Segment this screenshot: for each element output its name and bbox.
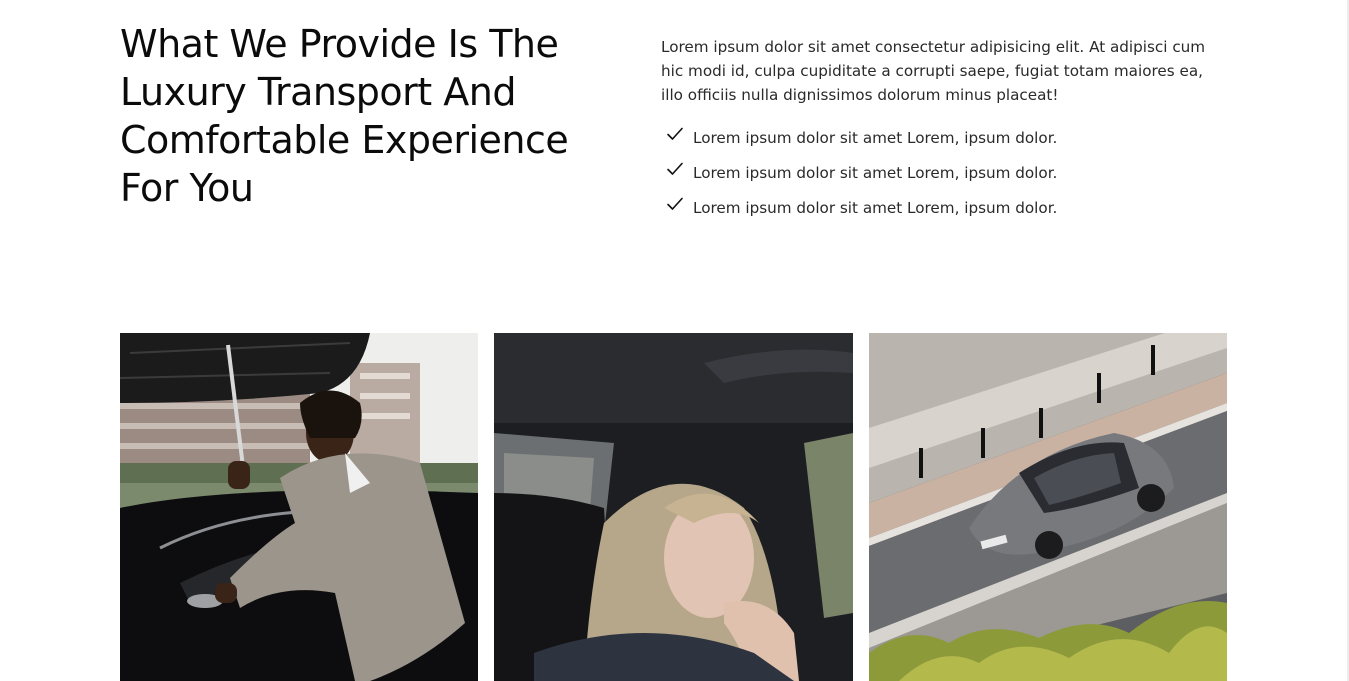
- check-icon: [667, 197, 683, 210]
- check-icon: [667, 162, 683, 175]
- gallery-photo-car: [869, 333, 1227, 681]
- feature-item: Lorem ipsum dolor sit amet Lorem, ipsum …: [666, 125, 1226, 160]
- feature-text: Lorem ipsum dolor sit amet Lorem, ipsum …: [693, 129, 1058, 147]
- feature-item: Lorem ipsum dolor sit amet Lorem, ipsum …: [666, 160, 1226, 195]
- section-title: What We Provide Is The Luxury Transport …: [120, 22, 569, 210]
- feature-list: Lorem ipsum dolor sit amet Lorem, ipsum …: [666, 125, 1226, 230]
- gallery-photo-passenger: [494, 333, 853, 681]
- feature-text: Lorem ipsum dolor sit amet Lorem, ipsum …: [693, 164, 1058, 182]
- gallery-photo-chauffeur: [120, 333, 478, 681]
- feature-item: Lorem ipsum dolor sit amet Lorem, ipsum …: [666, 195, 1226, 230]
- check-icon: [667, 127, 683, 140]
- feature-text: Lorem ipsum dolor sit amet Lorem, ipsum …: [693, 199, 1058, 217]
- section-description: Lorem ipsum dolor sit amet consectetur a…: [661, 38, 1206, 104]
